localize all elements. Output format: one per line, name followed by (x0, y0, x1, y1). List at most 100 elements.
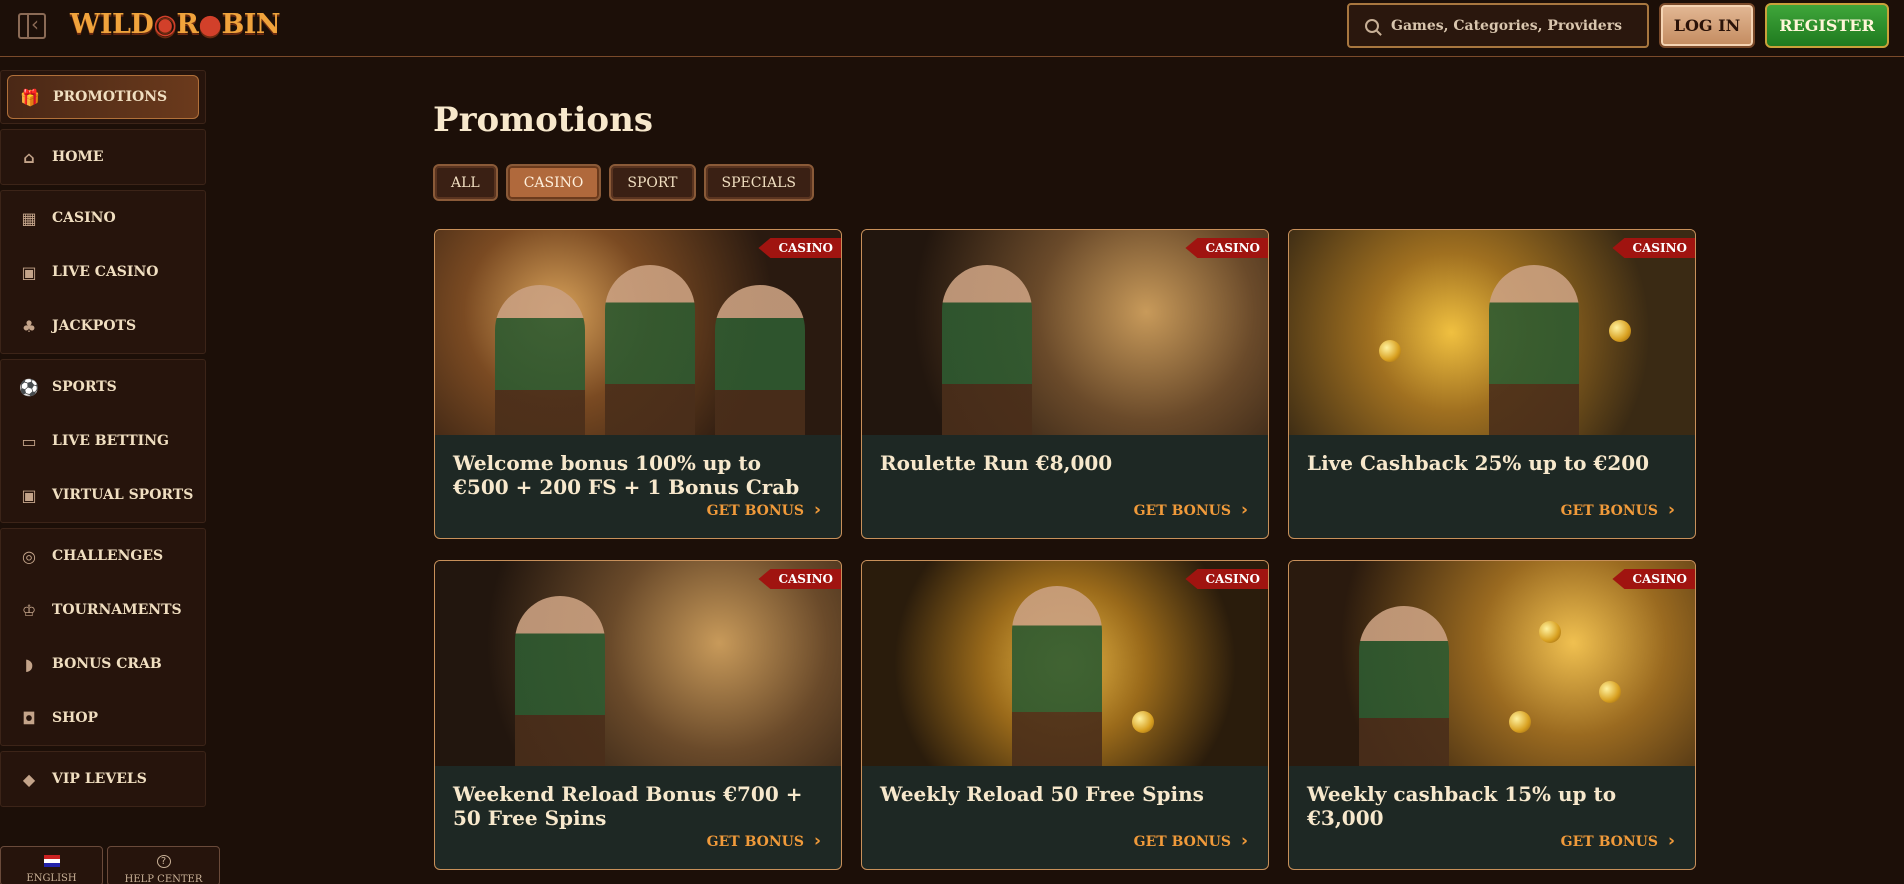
sidebar-footer: ENGLISH ? HELP CENTER (0, 846, 220, 884)
gold-coin-icon (1132, 711, 1154, 733)
get-bonus-link[interactable]: GET BONUS (707, 500, 821, 520)
sidebar-item-label: LIVE CASINO (52, 264, 159, 280)
sidebar-item-home[interactable]: ⌂ HOME (1, 130, 205, 184)
gold-coin-icon (1599, 681, 1621, 703)
gift-icon: 🎁 (20, 87, 40, 107)
promotion-card[interactable]: CASINO Weekly cashback 15% up to €3,000 … (1288, 560, 1696, 870)
top-header: WILD◉R●BIN LOG IN REGISTER (0, 0, 1904, 57)
sidebar-item-sports[interactable]: ⚽ SPORTS (1, 360, 205, 414)
filter-all[interactable]: ALL (433, 164, 498, 201)
login-button[interactable]: LOG IN (1659, 3, 1755, 48)
sidebar-toggle-icon[interactable] (18, 12, 46, 39)
nav-group-promotions: 🎁 PROMOTIONS (0, 70, 206, 124)
sidebar-item-label: BONUS CRAB (52, 656, 162, 672)
promotion-title: Roulette Run €8,000 (880, 451, 1113, 475)
promotion-image: CASINO (435, 230, 841, 435)
category-badge: CASINO (1612, 238, 1695, 258)
nav-group-home: ⌂ HOME (0, 129, 206, 185)
sidebar-item-jackpots[interactable]: ♣ JACKPOTS (1, 299, 205, 353)
sidebar-item-label: PROMOTIONS (53, 89, 168, 105)
search-icon (1365, 18, 1379, 33)
sidebar-item-label: CHALLENGES (52, 548, 164, 564)
target-icon: ◎ (22, 546, 36, 566)
help-label: HELP CENTER (124, 874, 203, 884)
category-badge: CASINO (758, 238, 841, 258)
clover-icon: ♣ (21, 316, 37, 336)
promotions-grid: CASINO Welcome bonus 100% up to €500 + 2… (434, 229, 1696, 870)
category-badge: CASINO (1612, 569, 1695, 589)
trophy-icon: ♔ (21, 600, 37, 620)
nav-group-casino: ▦ CASINO ▣ LIVE CASINO ♣ JACKPOTS (0, 190, 206, 354)
football-icon: ⚽ (19, 377, 39, 397)
sidebar-item-label: VIP LEVELS (52, 771, 147, 787)
uk-flag-icon (43, 855, 60, 867)
logo-medallion-2: ● (198, 9, 222, 40)
character-illustration (605, 265, 695, 435)
sidebar-item-label: LIVE BETTING (52, 433, 169, 449)
sidebar-item-virtual-sports[interactable]: ▣ VIRTUAL SPORTS (1, 468, 205, 522)
sidebar-item-bonus-crab[interactable]: ◗ BONUS CRAB (1, 637, 205, 691)
promotion-card[interactable]: CASINO Roulette Run €8,000 GET BONUS (861, 229, 1269, 539)
gold-coin-icon (1539, 621, 1561, 643)
crab-icon: ◗ (24, 654, 34, 674)
character-illustration (1359, 606, 1449, 766)
promotion-title: Weekly cashback 15% up to €3,000 (1307, 782, 1617, 830)
character-illustration (495, 285, 585, 435)
get-bonus-link[interactable]: GET BONUS (1134, 831, 1248, 851)
shopping-bag-icon: ◘ (22, 708, 36, 728)
filter-casino[interactable]: CASINO (505, 164, 602, 201)
promotion-filters: ALL CASINO SPORT SPECIALS (433, 164, 814, 201)
gold-coin-icon (1609, 320, 1631, 342)
promotion-title: Live Cashback 25% up to €200 (1307, 451, 1650, 475)
logo[interactable]: WILD◉R●BIN (70, 9, 281, 40)
sidebar-item-tournaments[interactable]: ♔ TOURNAMENTS (1, 583, 205, 637)
get-bonus-link[interactable]: GET BONUS (707, 831, 821, 851)
sidebar-item-shop[interactable]: ◘ SHOP (1, 691, 205, 745)
promotion-card[interactable]: CASINO Live Cashback 25% up to €200 GET … (1288, 229, 1696, 539)
sidebar-item-label: CASINO (52, 210, 116, 226)
character-illustration (515, 596, 605, 766)
gold-coin-icon (1379, 340, 1401, 362)
search-input[interactable] (1391, 17, 1631, 34)
sidebar-item-vip-levels[interactable]: ◆ VIP LEVELS (1, 752, 205, 806)
filter-specials[interactable]: SPECIALS (703, 164, 814, 201)
register-button[interactable]: REGISTER (1765, 3, 1889, 48)
promotion-image: CASINO (1289, 230, 1695, 435)
promotion-card[interactable]: CASINO Weekly Reload 50 Free Spins GET B… (861, 560, 1269, 870)
promotion-title: Welcome bonus 100% up to €500 + 200 FS +… (453, 451, 800, 499)
promotion-card[interactable]: CASINO Weekend Reload Bonus €700 + 50 Fr… (434, 560, 842, 870)
nav-group-vip: ◆ VIP LEVELS (0, 751, 206, 807)
filter-sport[interactable]: SPORT (609, 164, 696, 201)
home-icon: ⌂ (23, 147, 35, 167)
live-badge-icon: ▭ (21, 431, 37, 451)
promotion-title: Weekend Reload Bonus €700 + 50 Free Spin… (453, 782, 803, 830)
search-box[interactable] (1347, 3, 1649, 48)
logo-text-3: BIN (221, 9, 281, 40)
get-bonus-link[interactable]: GET BONUS (1561, 831, 1675, 851)
language-label: ENGLISH (26, 873, 77, 884)
sidebar: 🎁 PROMOTIONS ⌂ HOME ▦ CASINO ▣ LIVE CASI… (0, 70, 206, 812)
promotion-image: CASINO (435, 561, 841, 766)
diamond-icon: ◆ (22, 769, 36, 789)
character-illustration (942, 265, 1032, 435)
get-bonus-link[interactable]: GET BONUS (1561, 500, 1675, 520)
sidebar-item-casino[interactable]: ▦ CASINO (1, 191, 205, 245)
sidebar-item-challenges[interactable]: ◎ CHALLENGES (1, 529, 205, 583)
nav-group-challenges: ◎ CHALLENGES ♔ TOURNAMENTS ◗ BONUS CRAB … (0, 528, 206, 746)
language-button[interactable]: ENGLISH (0, 846, 103, 884)
sidebar-item-label: JACKPOTS (52, 318, 137, 334)
promotion-card[interactable]: CASINO Welcome bonus 100% up to €500 + 2… (434, 229, 842, 539)
logo-medallion: ◉ (153, 9, 177, 40)
character-illustration (715, 285, 805, 435)
sidebar-item-label: SPORTS (52, 379, 117, 395)
sidebar-item-label: VIRTUAL SPORTS (52, 487, 194, 503)
help-center-button[interactable]: ? HELP CENTER (107, 846, 220, 884)
logo-text-2: R (176, 9, 199, 40)
sidebar-item-label: HOME (52, 149, 104, 165)
character-illustration (1012, 586, 1102, 766)
sidebar-item-live-betting[interactable]: ▭ LIVE BETTING (1, 414, 205, 468)
sidebar-item-live-casino[interactable]: ▣ LIVE CASINO (1, 245, 205, 299)
get-bonus-link[interactable]: GET BONUS (1134, 500, 1248, 520)
sidebar-item-promotions[interactable]: 🎁 PROMOTIONS (7, 75, 199, 119)
sidebar-item-label: SHOP (52, 710, 99, 726)
